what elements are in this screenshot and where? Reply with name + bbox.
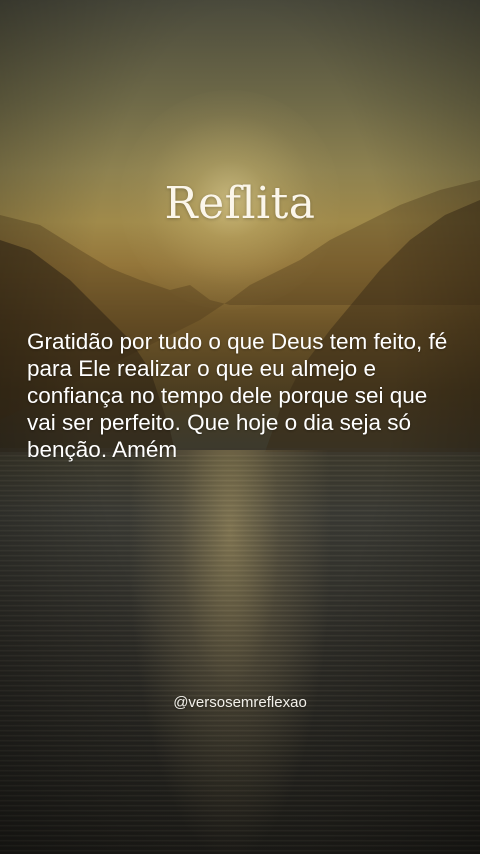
quote-text: Gratidão por tudo o que Deus tem feito, … xyxy=(27,329,448,462)
page-title: Reflita xyxy=(164,178,316,229)
author-handle: @versosemreflexao xyxy=(173,694,307,711)
background-sunset-photo: Reflita Gratidão por tudo o que Deus tem… xyxy=(0,0,480,854)
